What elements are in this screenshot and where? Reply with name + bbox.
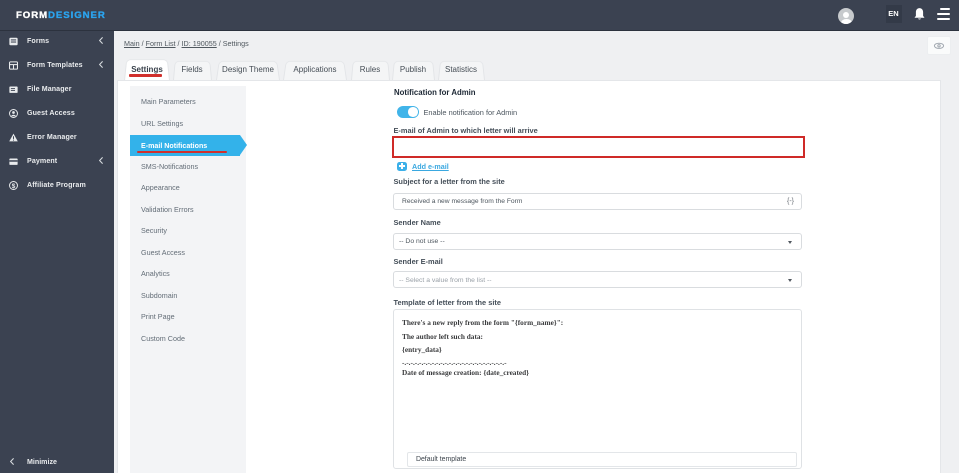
svg-text:$: $ <box>12 182 16 189</box>
